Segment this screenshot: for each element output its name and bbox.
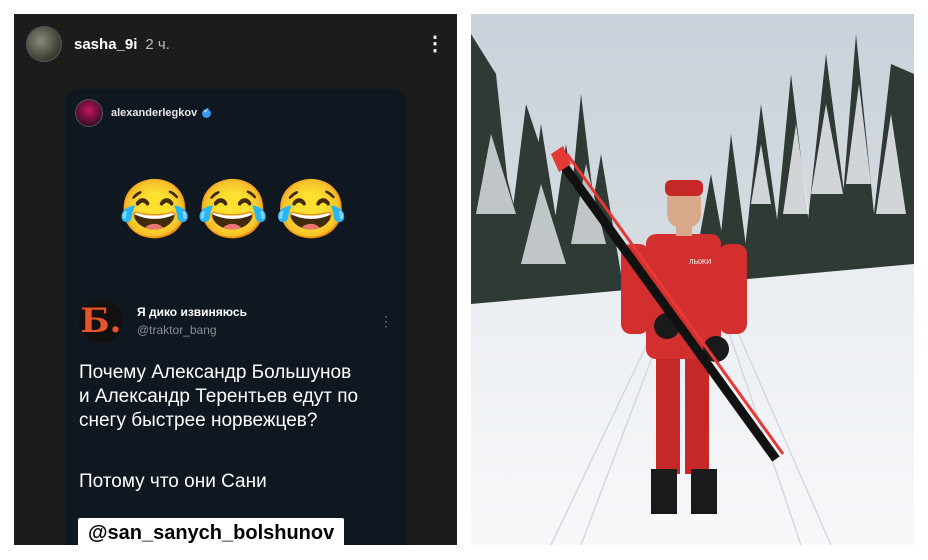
tweet-punchline: Потому что они Сани bbox=[79, 471, 267, 492]
jersey-logo: ЛЫЖИ bbox=[689, 259, 711, 266]
instagram-story: sasha_9i 2 ч. ⋮ alexanderlegkov 😂😂😂 Б. Я… bbox=[14, 14, 457, 545]
shared-post-card[interactable]: alexanderlegkov 😂😂😂 Б. Я дико извиняюсь … bbox=[65, 89, 407, 545]
verified-badge-icon bbox=[202, 106, 212, 118]
post-author: alexanderlegkov bbox=[75, 99, 212, 127]
story-timestamp: 2 ч. bbox=[145, 35, 170, 53]
tweet-text: Почему Александр Большунов и Александр Т… bbox=[79, 362, 359, 431]
tweet-avatar: Б. bbox=[79, 299, 123, 343]
post-author-username[interactable]: alexanderlegkov bbox=[111, 107, 197, 119]
story-avatar[interactable] bbox=[26, 26, 62, 62]
skier-photo: ЛЫЖИ bbox=[471, 14, 914, 545]
story-header: sasha_9i 2 ч. ⋮ bbox=[26, 22, 445, 66]
tweet-more-icon: ⋮ bbox=[379, 312, 393, 329]
tweet-handle: @traktor_bang bbox=[137, 323, 217, 337]
story-username[interactable]: sasha_9i bbox=[74, 36, 137, 53]
snowy-forest-scene: ЛЫЖИ bbox=[471, 14, 914, 545]
post-author-avatar[interactable] bbox=[75, 99, 103, 127]
tweet-display-name: Я дико извиняюсь bbox=[137, 305, 247, 319]
more-options-icon[interactable]: ⋮ bbox=[425, 34, 445, 54]
tweet-header: Б. Я дико извиняюсь @traktor_bang ⋮ bbox=[79, 299, 393, 343]
laughing-emojis: 😂😂😂 bbox=[118, 177, 354, 242]
mention-sticker[interactable]: @san_sanych_bolshunov bbox=[78, 518, 345, 545]
